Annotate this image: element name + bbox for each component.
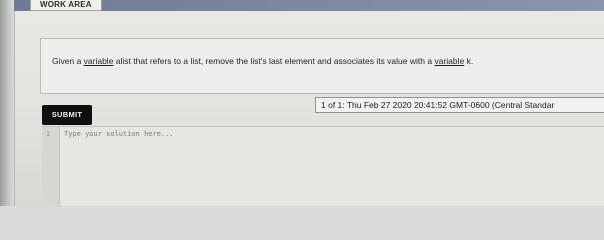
left-border-strip (0, 0, 14, 206)
code-editor[interactable]: 1 Type your solution here... (42, 126, 604, 207)
page: WORK AREA Given a variable alist that re… (0, 0, 604, 207)
problem-statement-box: Given a variable alist that refers to a … (40, 38, 604, 94)
prompt-text-part: k. (464, 56, 474, 66)
work-area-tab[interactable]: WORK AREA (30, 0, 102, 11)
submission-timestamp[interactable]: 1 of 1: Thu Feb 27 2020 20:41:52 GMT-060… (315, 97, 604, 113)
glossary-link-variable[interactable]: variable (434, 56, 464, 66)
editor-gutter: 1 (42, 127, 60, 207)
glossary-link-variable[interactable]: variable (84, 56, 114, 66)
submit-button[interactable]: SUBMIT (42, 105, 92, 125)
editor-placeholder: Type your solution here... (64, 130, 174, 138)
problem-statement-text: Given a variable alist that refers to a … (52, 56, 473, 66)
prompt-text-part: Given a (52, 56, 84, 66)
line-number: 1 (46, 130, 50, 138)
top-header-bar (14, 0, 604, 11)
prompt-text-part: alist that refers to a list, remove the … (113, 56, 435, 66)
